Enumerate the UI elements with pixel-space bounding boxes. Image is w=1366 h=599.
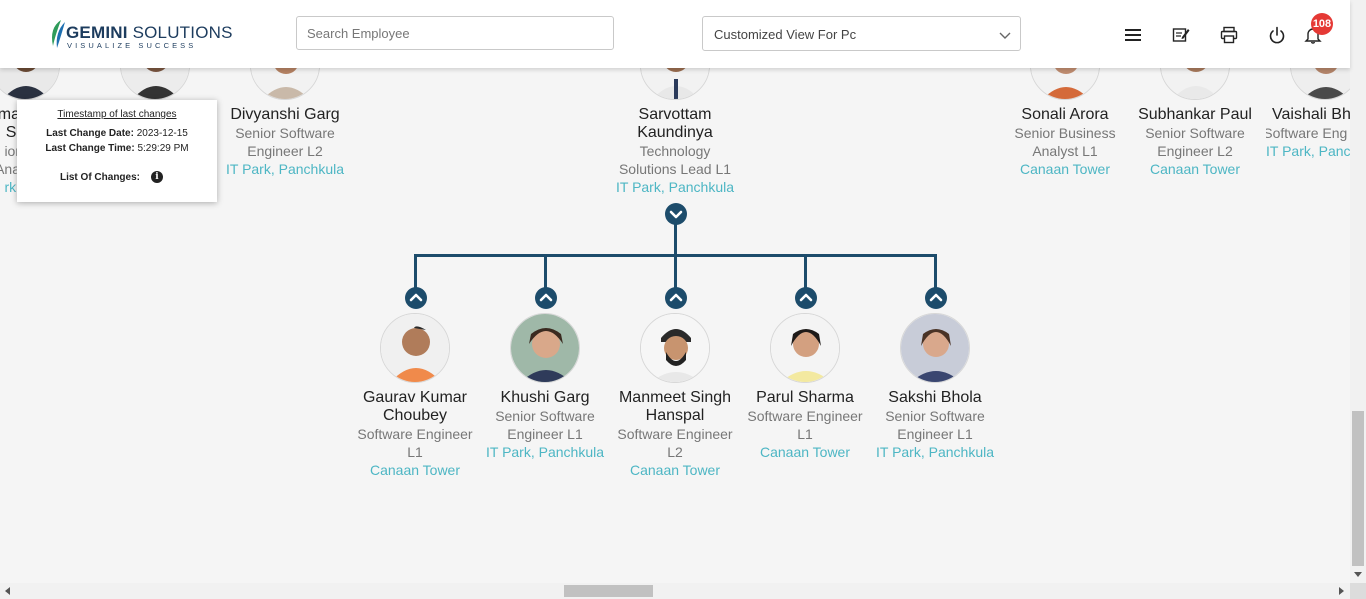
employee-location: IT Park, Panchkula xyxy=(875,444,995,460)
view-select-value: Customized View For Pc xyxy=(714,27,857,42)
logo-wordmark: GEMINI SOLUTIONS xyxy=(66,23,233,42)
timestamp-popup: Timestamp of last changes Last Change Da… xyxy=(17,100,217,202)
employee-card[interactable]: Gaurav Kumar Choubey Software Engineer L… xyxy=(350,389,480,479)
employee-name: Manmeet Singh Hanspal xyxy=(618,389,732,424)
employee-location: Canaan Tower xyxy=(1019,161,1111,177)
scroll-right-arrow-icon[interactable] xyxy=(1337,587,1345,595)
employee-name: Sonali Arora xyxy=(1021,106,1109,123)
employee-name: Khushi Garg xyxy=(500,389,590,406)
employee-card[interactable]: Divyanshi Garg Senior Software Engineer … xyxy=(220,106,350,178)
search-employee-input[interactable] xyxy=(296,16,614,50)
collapse-chevron-down-icon[interactable] xyxy=(665,203,687,225)
employee-name: Subhankar Paul xyxy=(1138,106,1252,123)
info-icon[interactable]: i xyxy=(151,171,163,183)
employee-name: Sarvottam Kaundinya xyxy=(637,106,713,141)
employee-location: IT Park, Panchkula xyxy=(225,161,345,177)
chevron-up-icon[interactable] xyxy=(405,287,427,309)
company-logo[interactable]: GEMINI SOLUTIONS VISUALIZE SUCCESS xyxy=(47,18,232,52)
employee-card[interactable]: Subhankar Paul Senior Software Engineer … xyxy=(1130,106,1260,178)
employee-location: IT Park, Panc xyxy=(1266,143,1350,159)
employee-designation: Software Eng L2 xyxy=(1266,125,1350,141)
employee-name: Parul Sharma xyxy=(756,389,854,406)
employee-location: Canaan Tower xyxy=(759,444,851,460)
avatar xyxy=(640,313,710,383)
employee-card[interactable]: Sakshi Bhola Senior Software Engineer L1… xyxy=(870,389,1000,461)
employee-designation: Technology Solutions Lead L1 xyxy=(618,143,732,177)
employee-designation: Software Engineer L1 xyxy=(747,408,863,442)
employee-location: IT Park, Panchkula xyxy=(615,179,735,195)
employee-location: Canaan Tower xyxy=(629,462,721,478)
employee-designation: Senior Business Analyst L1 xyxy=(1014,125,1116,159)
scroll-left-arrow-icon[interactable] xyxy=(4,587,12,595)
print-icon[interactable] xyxy=(1220,26,1238,44)
employee-designation: Senior Software Engineer L2 xyxy=(235,125,335,159)
employee-card[interactable]: Manmeet Singh Hanspal Software Engineer … xyxy=(610,389,740,479)
power-icon[interactable] xyxy=(1268,26,1286,44)
employee-designation: Software Engineer L2 xyxy=(617,426,733,460)
horizontal-scrollbar[interactable] xyxy=(0,583,1350,599)
employee-card[interactable]: Sonali Arora Senior Business Analyst L1 … xyxy=(1000,106,1130,178)
employee-card[interactable]: Khushi Garg Senior Software Engineer L1 … xyxy=(480,389,610,461)
employee-name: Vaishali Bh xyxy=(1272,106,1350,123)
employee-card[interactable]: Parul Sharma Software Engineer L1 Canaan… xyxy=(740,389,870,461)
employee-location: IT Park, Panchkula xyxy=(485,444,605,460)
employee-name: Divyanshi Garg xyxy=(230,106,340,123)
view-select[interactable]: Customized View For Pc xyxy=(702,16,1021,51)
logo-tagline: VISUALIZE SUCCESS xyxy=(67,41,197,50)
notification-badge[interactable]: 108 xyxy=(1311,13,1333,35)
scroll-down-arrow-icon[interactable] xyxy=(1354,570,1362,578)
chevron-up-icon[interactable] xyxy=(925,287,947,309)
avatar xyxy=(510,313,580,383)
vertical-scrollbar-thumb[interactable] xyxy=(1352,411,1364,566)
employee-designation: Senior Software Engineer L1 xyxy=(495,408,595,442)
chevron-up-icon[interactable] xyxy=(535,287,557,309)
horizontal-scrollbar-thumb[interactable] xyxy=(564,585,653,597)
menu-icon[interactable] xyxy=(1124,26,1142,44)
chevron-up-icon[interactable] xyxy=(665,287,687,309)
chevron-up-icon[interactable] xyxy=(795,287,817,309)
employee-name: Gaurav Kumar Choubey xyxy=(362,389,468,424)
employee-name: Sakshi Bhola xyxy=(888,389,982,406)
employee-location: Canaan Tower xyxy=(369,462,461,478)
employee-location: Canaan Tower xyxy=(1149,161,1241,177)
employee-card-manager[interactable]: Sarvottam Kaundinya Technology Solutions… xyxy=(610,106,740,196)
popup-title: Timestamp of last changes xyxy=(57,109,177,120)
avatar xyxy=(900,313,970,383)
last-change-date: Last Change Date: 2023-12-15 xyxy=(46,128,188,139)
top-header: GEMINI SOLUTIONS VISUALIZE SUCCESS Custo… xyxy=(0,0,1350,68)
employee-card[interactable]: Vaishali Bh Software Eng L2 IT Park, Pan… xyxy=(1266,106,1350,160)
list-of-changes: List Of Changes: xyxy=(59,172,140,183)
chevron-down-icon xyxy=(999,32,1011,39)
avatar xyxy=(380,313,450,383)
employee-designation: Senior Software Engineer L2 xyxy=(1145,125,1245,159)
avatar xyxy=(770,313,840,383)
employee-designation: Senior Software Engineer L1 xyxy=(885,408,985,442)
employee-designation: Software Engineer L1 xyxy=(357,426,473,460)
scrollbar-corner xyxy=(1350,583,1366,599)
last-change-time: Last Change Time: 5:29:29 PM xyxy=(45,143,189,154)
edit-note-icon[interactable] xyxy=(1172,26,1190,44)
